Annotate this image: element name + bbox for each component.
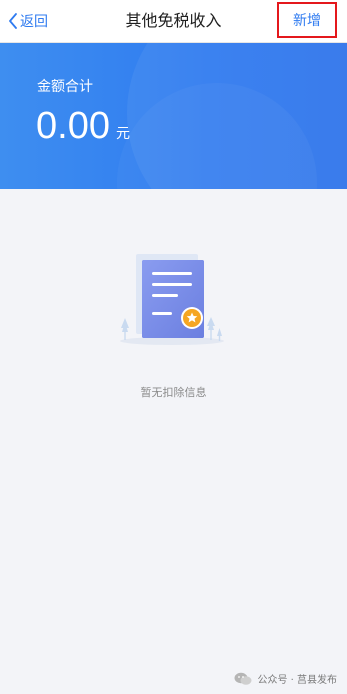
document-empty-icon <box>112 248 232 352</box>
amount-value: 0.00 <box>36 105 110 147</box>
add-button[interactable]: 新增 <box>277 2 337 38</box>
empty-message: 暂无扣除信息 <box>140 386 207 399</box>
amount-label: 金额合计 <box>37 79 93 95</box>
nav-bar: 返回 其他免税收入 新增 <box>0 0 347 43</box>
watermark-text: 公众号 · 莒县发布 <box>257 675 337 686</box>
watermark: 公众号 · 莒县发布 <box>234 671 337 686</box>
amount-row: 0.00 元 <box>36 105 130 148</box>
wechat-icon <box>234 672 252 686</box>
chevron-left-icon <box>8 13 18 29</box>
back-button[interactable]: 返回 <box>8 0 48 42</box>
back-label: 返回 <box>20 14 48 30</box>
summary-banner: 金额合计 0.00 元 <box>0 43 347 189</box>
amount-unit: 元 <box>115 126 130 142</box>
